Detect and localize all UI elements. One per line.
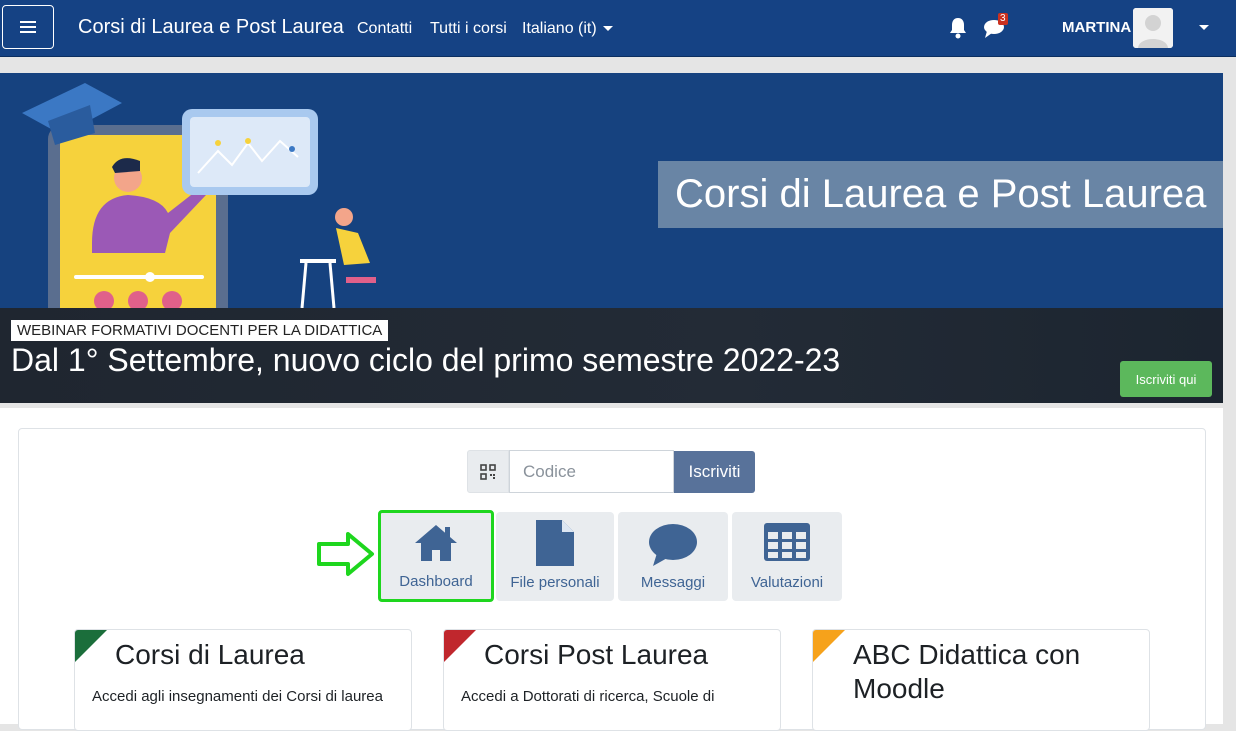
course-card-corsi-di-laurea[interactable]: Corsi di Laurea Accedi agli insegnamenti… bbox=[74, 629, 412, 731]
green-corner-flag bbox=[75, 630, 107, 662]
hero-tag: WEBINAR FORMATIVI DOCENTI PER LA DIDATTI… bbox=[11, 320, 389, 341]
course-card-title: Corsi di Laurea bbox=[115, 639, 305, 670]
qr-code-button[interactable] bbox=[467, 450, 509, 493]
nav-link-contatti[interactable]: Contatti bbox=[357, 20, 412, 38]
top-navbar: Corsi di Laurea e Post Laurea Contatti T… bbox=[0, 0, 1236, 57]
education-illustration-icon bbox=[22, 83, 376, 313]
course-card-title: ABC Didattica con Moodle bbox=[853, 639, 1081, 704]
chat-bubble-icon bbox=[649, 524, 697, 566]
user-silhouette-icon bbox=[1133, 8, 1173, 48]
tile-file-personali-label: File personali bbox=[510, 574, 600, 591]
file-icon bbox=[536, 520, 574, 566]
course-card-description: Accedi agli insegnamenti dei Corsi di la… bbox=[92, 688, 383, 705]
tile-messaggi-label: Messaggi bbox=[640, 574, 706, 591]
course-card-title: Corsi Post Laurea bbox=[484, 639, 709, 670]
course-card-abc-didattica[interactable]: ABC Didattica con Moodle bbox=[812, 629, 1150, 731]
user-name[interactable]: MARTINA bbox=[1062, 19, 1131, 36]
hero-banner: Corsi di Laurea e Post Laurea WEBINAR FO… bbox=[0, 73, 1223, 403]
hero-title: Corsi di Laurea e Post Laurea bbox=[658, 161, 1223, 228]
hero-heading: Dal 1° Settembre, nuovo ciclo del primo … bbox=[11, 342, 841, 378]
tile-valutazioni[interactable]: Valutazioni bbox=[732, 512, 842, 601]
iscriviti-button[interactable]: Iscriviti bbox=[674, 451, 755, 493]
bell-icon[interactable] bbox=[948, 17, 968, 39]
course-code-input[interactable] bbox=[509, 450, 674, 493]
tile-dashboard-label: Dashboard bbox=[399, 573, 473, 590]
messages-count-badge: 3 bbox=[998, 13, 1008, 25]
site-brand-link[interactable]: Corsi di Laurea e Post Laurea bbox=[78, 16, 344, 39]
course-card-corsi-post-laurea[interactable]: Corsi Post Laurea Accedi a Dottorati di … bbox=[443, 629, 781, 731]
tile-messaggi[interactable]: Messaggi bbox=[618, 512, 728, 601]
course-card-description: Accedi a Dottorati di ricerca, Scuole di bbox=[461, 688, 715, 705]
iscriviti-qui-button[interactable]: Iscriviti qui bbox=[1120, 361, 1212, 397]
tile-valutazioni-label: Valutazioni bbox=[750, 574, 824, 591]
home-icon bbox=[415, 525, 457, 561]
menu-toggle-button[interactable] bbox=[2, 5, 54, 49]
arrow-right-icon bbox=[317, 532, 374, 576]
language-menu[interactable]: Italiano (it) bbox=[522, 20, 613, 38]
table-icon bbox=[764, 523, 810, 561]
tile-dashboard[interactable]: Dashboard bbox=[378, 510, 494, 602]
language-label: Italiano (it) bbox=[522, 20, 597, 37]
red-corner-flag bbox=[444, 630, 476, 662]
scrollbar-track[interactable] bbox=[1222, 57, 1236, 724]
nav-link-tutti-i-corsi[interactable]: Tutti i corsi bbox=[430, 20, 507, 38]
orange-corner-flag bbox=[813, 630, 845, 662]
qr-code-icon bbox=[480, 463, 496, 480]
tile-file-personali[interactable]: File personali bbox=[496, 512, 614, 601]
chevron-down-icon bbox=[602, 26, 613, 32]
hero-caption: WEBINAR FORMATIVI DOCENTI PER LA DIDATTI… bbox=[0, 308, 1223, 403]
avatar[interactable] bbox=[1133, 8, 1173, 48]
user-menu-chevron-down-icon[interactable] bbox=[1199, 25, 1209, 30]
hamburger-icon bbox=[20, 21, 36, 33]
